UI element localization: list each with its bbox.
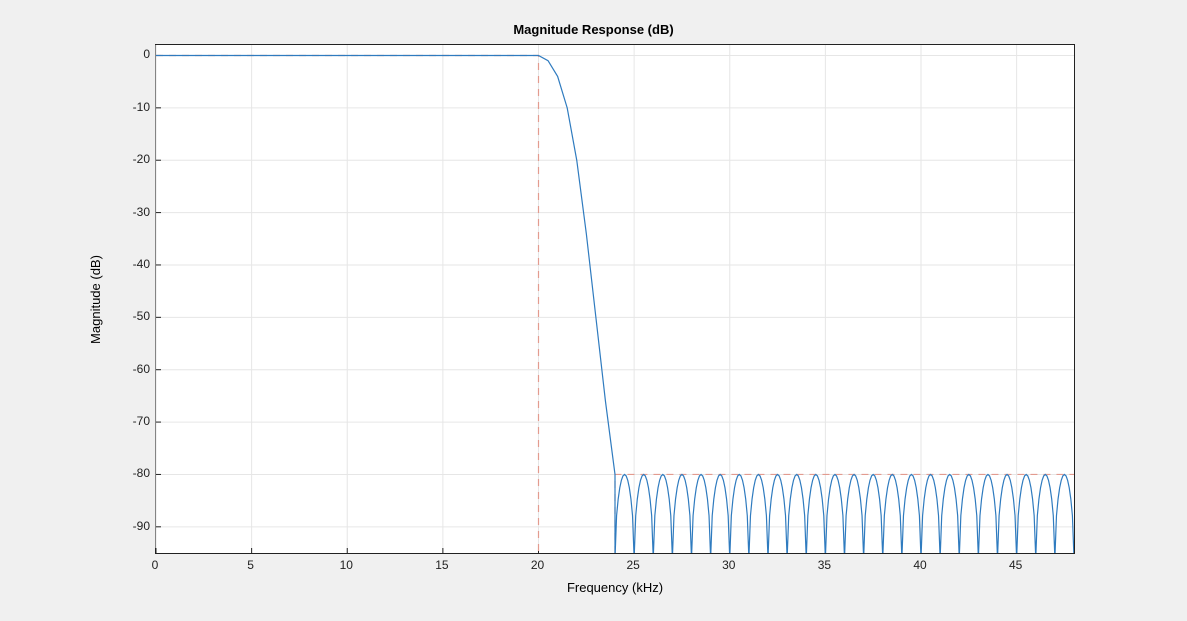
x-tick-label: 40: [900, 558, 940, 572]
tick-marks: [156, 55, 1017, 553]
chart-title: Magnitude Response (dB): [0, 22, 1187, 37]
x-tick-label: 35: [804, 558, 844, 572]
y-tick-label: -90: [110, 520, 150, 532]
y-tick-label: -70: [110, 415, 150, 427]
y-tick-label: -40: [110, 258, 150, 270]
filter-response-line: [156, 55, 1074, 558]
spec-stopband-mask: [615, 474, 1074, 553]
x-tick-label: 5: [231, 558, 271, 572]
x-axis-label: Frequency (kHz): [155, 580, 1075, 595]
x-tick-label: 45: [996, 558, 1036, 572]
figure-window: Magnitude Response (dB) Magnitude (dB) F…: [0, 0, 1187, 621]
y-tick-label: -50: [110, 310, 150, 322]
x-tick-label: 10: [326, 558, 366, 572]
x-tick-label: 0: [135, 558, 175, 572]
x-tick-label: 20: [518, 558, 558, 572]
x-tick-label: 15: [422, 558, 462, 572]
x-tick-label: 25: [613, 558, 653, 572]
y-tick-label: -30: [110, 206, 150, 218]
y-tick-label: -10: [110, 101, 150, 113]
data-series: [156, 55, 1074, 558]
y-axis-label: Magnitude (dB): [85, 44, 105, 554]
y-tick-label: -80: [110, 467, 150, 479]
plot-svg: [156, 45, 1074, 553]
x-tick-label: 30: [709, 558, 749, 572]
y-tick-label: -20: [110, 153, 150, 165]
y-tick-label: 0: [110, 48, 150, 60]
chart-axes[interactable]: [155, 44, 1075, 554]
y-tick-label: -60: [110, 363, 150, 375]
